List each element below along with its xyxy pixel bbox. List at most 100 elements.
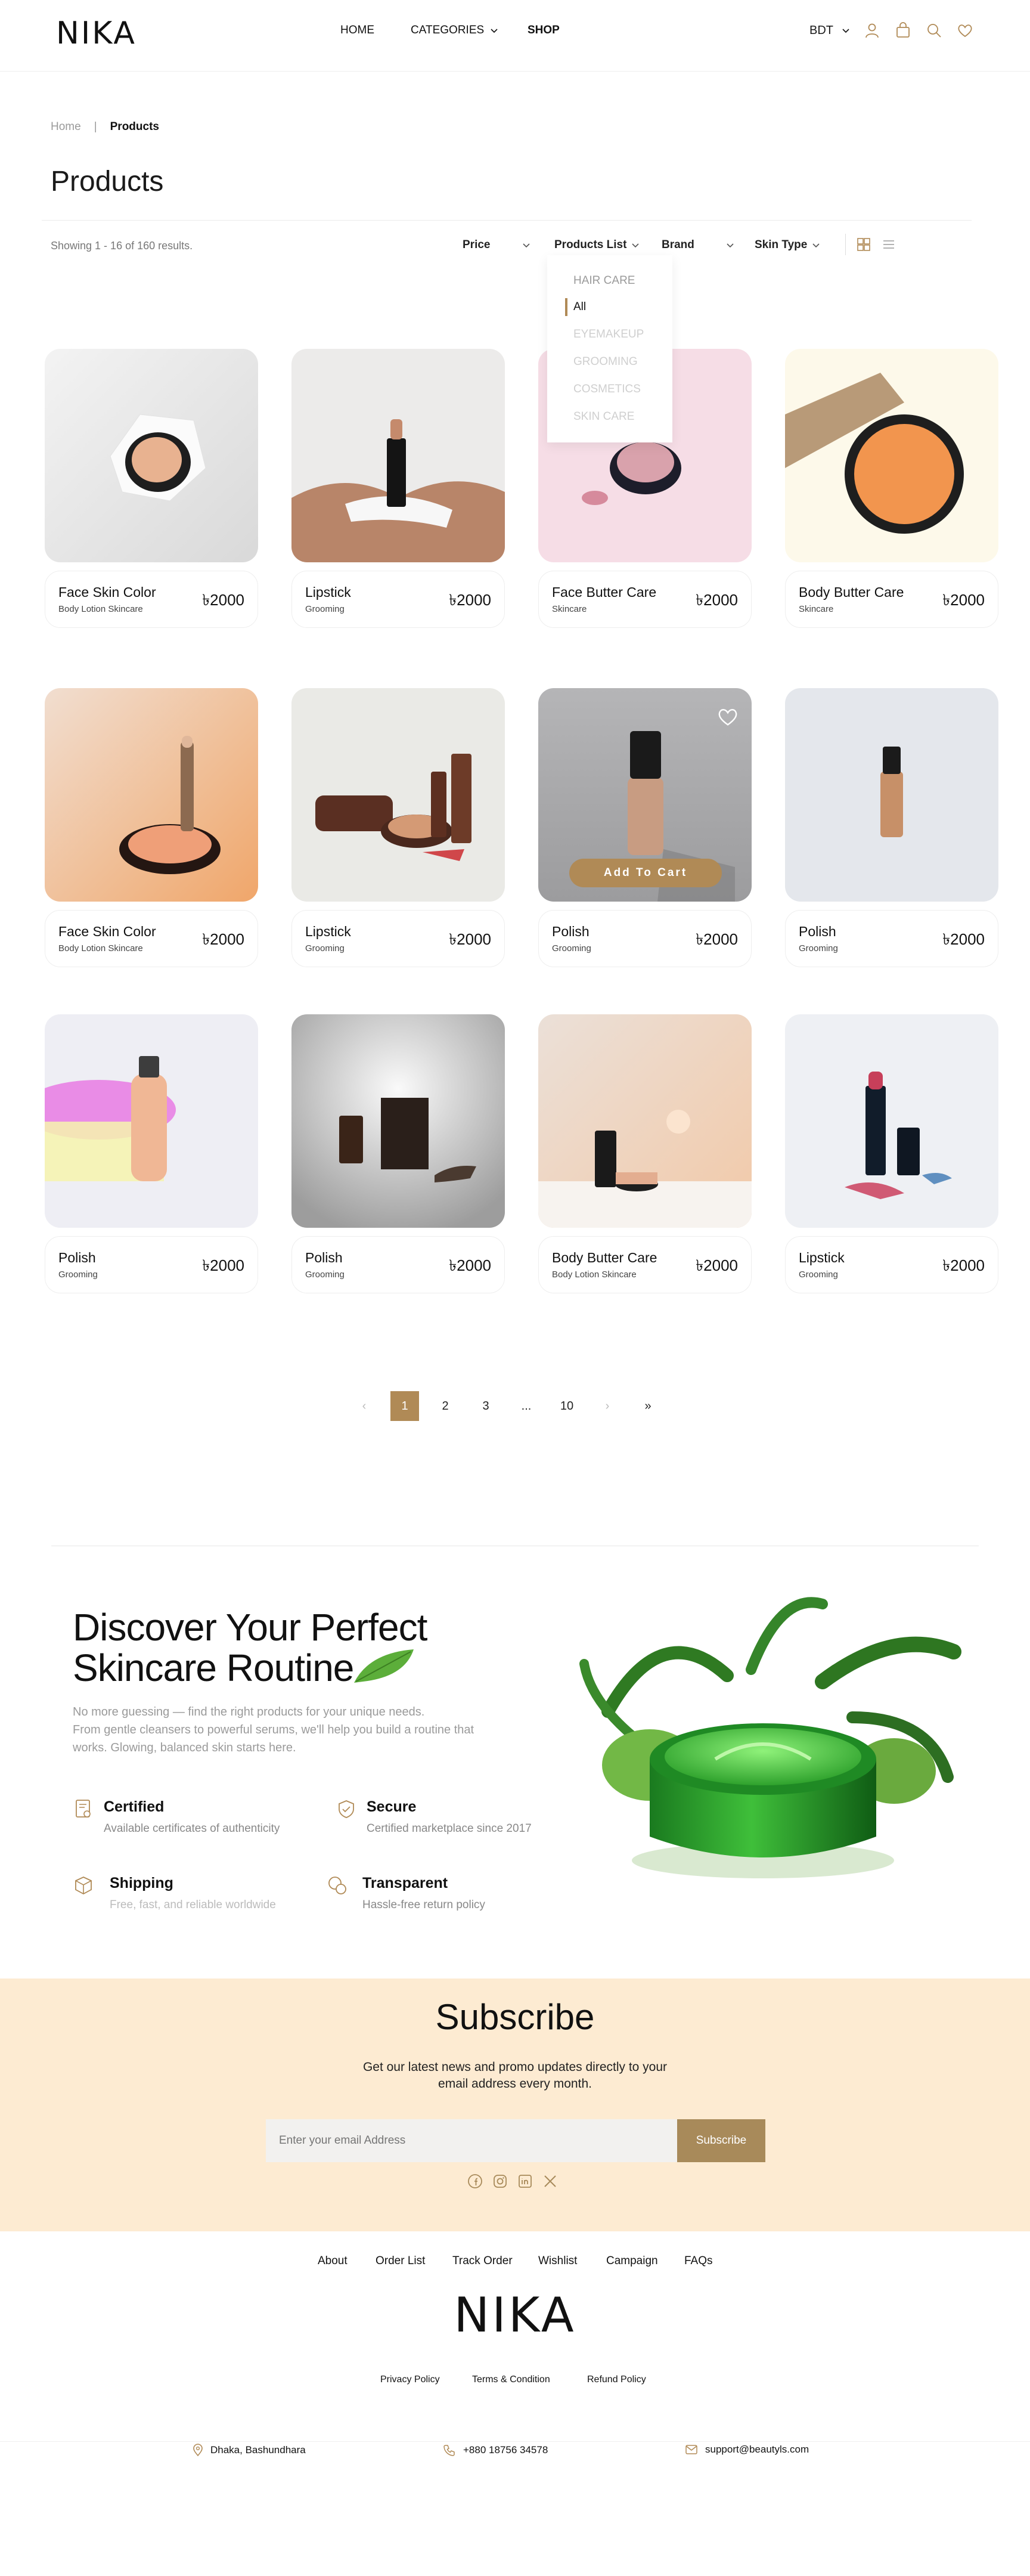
product-image[interactable] (291, 349, 505, 562)
product-name[interactable]: Polish (799, 924, 836, 940)
subscribe-button[interactable]: Subscribe (677, 2119, 765, 2162)
feature-title: Shipping (110, 1875, 173, 1891)
discover-title: Discover Your Perfect Skincare Routine (73, 1608, 427, 1689)
facebook-icon[interactable] (467, 2174, 483, 2189)
feature-desc: Hassle-free return policy (362, 1899, 485, 1911)
pagination-page[interactable]: 10 (547, 1400, 587, 1413)
footer-link-privacy-policy[interactable]: Privacy Policy (380, 2374, 440, 2385)
product-image[interactable] (538, 1014, 752, 1228)
product-image[interactable] (291, 688, 505, 902)
dropdown-item-selected[interactable]: All (573, 301, 586, 314)
filter-brand[interactable]: Brand (662, 239, 734, 252)
product-price: ৳2000 (696, 1256, 738, 1274)
product-price: ৳2000 (696, 591, 738, 609)
product-name[interactable]: Face Skin Color (58, 924, 156, 940)
product-name[interactable]: Polish (552, 924, 590, 940)
product-image[interactable] (291, 1014, 505, 1228)
x-icon[interactable] (542, 2174, 558, 2189)
product-image[interactable] (45, 349, 258, 562)
filter-products-list[interactable]: Products List (554, 239, 640, 252)
product-price: ৳2000 (942, 1256, 985, 1274)
results-count: Showing 1 - 16 of 160 results. (51, 240, 193, 252)
product-image[interactable] (785, 688, 998, 902)
product-name[interactable]: Body Butter Care (799, 584, 904, 600)
dropdown-item[interactable]: EYEMAKEUP (573, 328, 644, 341)
footer-link-order-list[interactable]: Order List (376, 2255, 425, 2268)
product-name[interactable]: Face Butter Care (552, 584, 656, 600)
product-name[interactable]: Polish (58, 1250, 96, 1266)
footer-link-terms[interactable]: Terms & Condition (472, 2374, 550, 2385)
footer-logo[interactable]: NIKA (0, 2287, 1030, 2343)
product-name[interactable]: Face Skin Color (58, 584, 156, 600)
footer-link-faqs[interactable]: FAQs (684, 2255, 713, 2268)
divider (42, 220, 972, 221)
product-image[interactable] (785, 349, 998, 562)
footer-link-track-order[interactable]: Track Order (452, 2255, 513, 2268)
product-category: Skincare (552, 604, 587, 614)
footer-link-about[interactable]: About (318, 2255, 348, 2268)
feature-title: Transparent (362, 1875, 448, 1891)
feature-title: Certified (104, 1798, 165, 1815)
instagram-icon[interactable] (492, 2174, 508, 2189)
product-image[interactable] (45, 1014, 258, 1228)
email-input[interactable] (266, 2119, 677, 2162)
pagination: ‹ 1 2 3 ... 10 › » (344, 1391, 668, 1421)
product-info: Body Butter Care Skincare ৳2000 (785, 571, 998, 628)
product-category: Body Lotion Skincare (58, 604, 143, 614)
product-category: Skincare (799, 604, 834, 614)
bag-icon[interactable] (894, 21, 912, 39)
filter-skin-type[interactable]: Skin Type (755, 239, 820, 252)
dropdown-item[interactable]: COSMETICS (573, 383, 641, 396)
nav-home[interactable]: HOME (340, 24, 374, 37)
dropdown-item[interactable]: SKIN CARE (573, 410, 634, 423)
product-info: Polish Grooming ৳2000 (45, 1236, 258, 1293)
feature-title: Secure (367, 1798, 417, 1815)
pagination-page-current[interactable]: 1 (390, 1391, 419, 1421)
selected-indicator (565, 298, 567, 316)
breadcrumb-separator: | (94, 120, 97, 133)
nav-categories[interactable]: CATEGORIES (411, 24, 498, 37)
pagination-page[interactable]: 3 (466, 1400, 506, 1413)
pagination-page[interactable]: 2 (425, 1400, 466, 1413)
footer-link-campaign[interactable]: Campaign (606, 2255, 658, 2268)
pagination-prev[interactable]: ‹ (344, 1400, 384, 1413)
pagination-next[interactable]: › (587, 1400, 628, 1413)
wishlist-heart-icon[interactable] (716, 705, 740, 729)
subscribe-title: Subscribe (435, 1997, 595, 2037)
product-image[interactable] (45, 688, 258, 902)
filter-price[interactable]: Price (463, 239, 530, 252)
footer-link-refund-policy[interactable]: Refund Policy (587, 2374, 646, 2385)
header-actions: BDT (809, 21, 974, 39)
add-to-cart-button[interactable]: Add To Cart (569, 859, 722, 887)
linkedin-icon[interactable] (517, 2174, 533, 2189)
email-text[interactable]: support@beautyls.com (705, 2444, 809, 2456)
product-info: Lipstick Grooming ৳2000 (291, 910, 505, 967)
product-image[interactable] (785, 1014, 998, 1228)
pagination-last[interactable]: » (628, 1400, 668, 1413)
search-icon[interactable] (925, 21, 943, 39)
heart-icon[interactable] (956, 21, 974, 39)
breadcrumb-home[interactable]: Home (51, 120, 81, 134)
phone-icon (443, 2445, 455, 2456)
product-name[interactable]: Lipstick (305, 924, 351, 940)
product-name[interactable]: Body Butter Care (552, 1250, 657, 1266)
currency-select[interactable]: BDT (809, 24, 850, 38)
phone-text[interactable]: +880 18756 34578 (463, 2444, 548, 2456)
product-name[interactable]: Polish (305, 1250, 343, 1266)
dropdown-item[interactable]: HAIR CARE (573, 274, 635, 287)
list-view-icon[interactable] (882, 237, 896, 252)
product-name[interactable]: Lipstick (799, 1250, 845, 1266)
footer-email: support@beautyls.com (685, 2444, 809, 2456)
chevron-down-icon (491, 29, 498, 33)
user-icon[interactable] (863, 21, 881, 39)
product-info: Face Skin Color Body Lotion Skincare ৳20… (45, 571, 258, 628)
product-name[interactable]: Lipstick (305, 584, 351, 600)
brand-logo[interactable]: NIKA (56, 16, 136, 51)
grid-view-icon[interactable] (857, 237, 871, 252)
feature-desc: Certified marketplace since 2017 (367, 1822, 532, 1835)
footer-link-wishlist[interactable]: Wishlist (538, 2255, 577, 2268)
discover-title-line: Skincare Routine (73, 1646, 354, 1689)
nav-shop[interactable]: SHOP (528, 24, 560, 37)
product-category: Grooming (552, 943, 591, 953)
dropdown-item[interactable]: GROOMING (573, 355, 638, 369)
